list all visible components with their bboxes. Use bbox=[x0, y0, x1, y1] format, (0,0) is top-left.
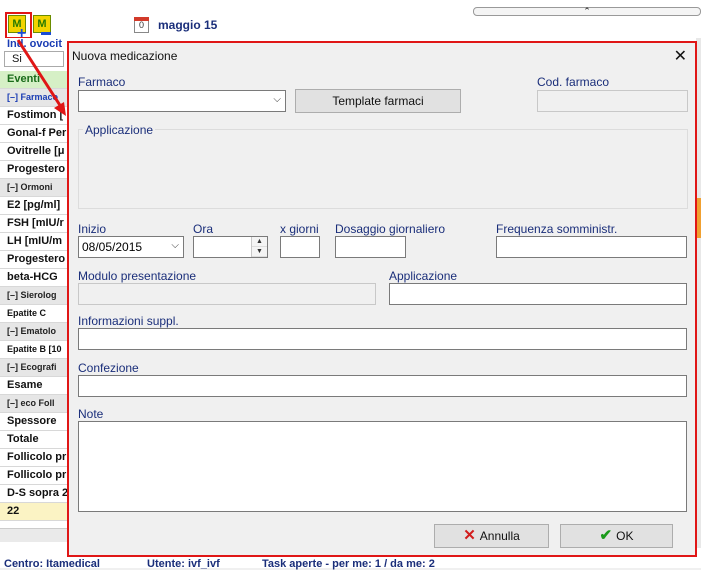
spin-up-icon[interactable]: ▲ bbox=[252, 237, 267, 247]
farmaco-select[interactable]: ⌵ bbox=[78, 90, 286, 112]
inizio-value: 08/05/2015 bbox=[82, 240, 143, 254]
confezione-field[interactable] bbox=[78, 375, 687, 397]
inizio-label: Inizio bbox=[78, 222, 107, 236]
close-icon[interactable]: ✕ bbox=[674, 46, 687, 66]
cancel-x-icon: ✕ bbox=[463, 527, 476, 544]
status-utente: Utente: ivf_ivf bbox=[147, 558, 220, 570]
status-task: Task aperte - per me: 1 / da me: 2 bbox=[262, 558, 435, 570]
ora-spinner[interactable]: ▲ ▼ bbox=[251, 237, 267, 257]
cod-farmaco-field bbox=[537, 90, 688, 112]
applicazione-group-label: Applicazione bbox=[83, 123, 156, 137]
modulo-field bbox=[78, 283, 376, 305]
dosaggio-label: Dosaggio giornaliero bbox=[335, 222, 446, 236]
dialog-title: Nuova medicazione bbox=[72, 49, 178, 63]
note-label: Note bbox=[78, 407, 104, 421]
ora-time-field[interactable]: ▲ ▼ bbox=[193, 236, 268, 258]
frequenza-field[interactable] bbox=[496, 236, 687, 258]
ora-label: Ora bbox=[193, 222, 214, 236]
spin-down-icon[interactable]: ▼ bbox=[252, 247, 267, 257]
chevron-down-icon: ⌵ bbox=[171, 240, 179, 251]
annulla-label: Annulla bbox=[479, 529, 520, 543]
frequenza-label: Frequenza somministr. bbox=[496, 222, 618, 236]
checkmark-icon: ✔ bbox=[599, 527, 613, 544]
chevron-down-icon: ⌵ bbox=[273, 94, 281, 105]
new-medication-dialog: Nuova medicazione ✕ Farmaco ⌵ Template f… bbox=[67, 41, 697, 557]
template-farmaci-button[interactable]: Template farmaci bbox=[295, 89, 461, 113]
applicazione-field[interactable] bbox=[389, 283, 687, 305]
ok-label: OK bbox=[616, 529, 634, 543]
modulo-label: Modulo presentazione bbox=[78, 269, 197, 283]
x-giorni-field[interactable] bbox=[280, 236, 320, 258]
info-suppl-field[interactable] bbox=[78, 328, 687, 350]
status-centro: Centro: Itamedical bbox=[4, 558, 100, 570]
applicazione-group bbox=[78, 129, 688, 209]
farmaco-label: Farmaco bbox=[78, 75, 126, 89]
applicazione-label: Applicazione bbox=[389, 269, 458, 283]
inizio-date-field[interactable]: 08/05/2015 ⌵ bbox=[78, 236, 184, 258]
note-textarea[interactable] bbox=[78, 421, 687, 512]
annulla-button[interactable]: ✕ Annulla bbox=[434, 524, 549, 548]
x-giorni-label: x giorni bbox=[280, 222, 319, 236]
ok-button[interactable]: ✔ OK bbox=[560, 524, 673, 548]
cod-farmaco-label: Cod. farmaco bbox=[537, 75, 610, 89]
dosaggio-field[interactable] bbox=[335, 236, 406, 258]
confezione-label: Confezione bbox=[78, 361, 139, 375]
info-suppl-label: Informazioni suppl. bbox=[78, 314, 179, 328]
